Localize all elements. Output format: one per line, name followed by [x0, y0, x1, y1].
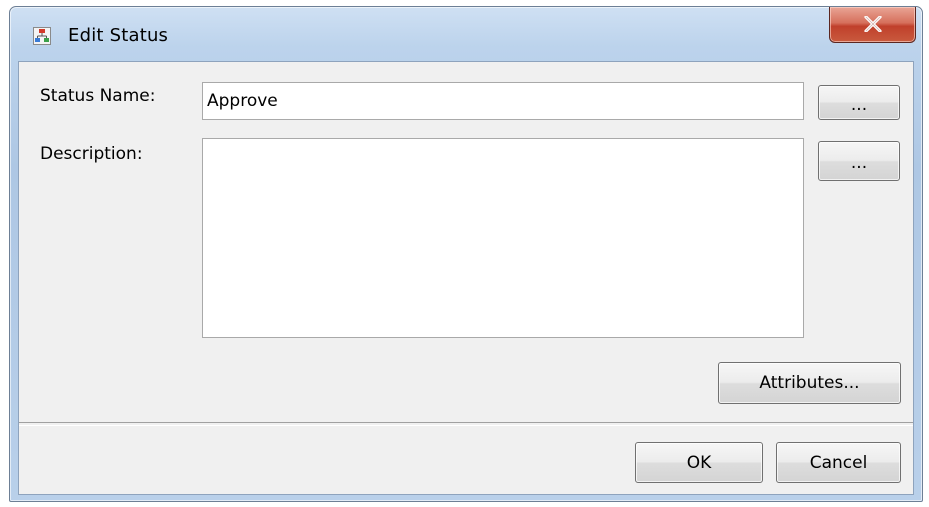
window-title: Edit Status [68, 25, 169, 46]
attributes-button[interactable]: Attributes... [718, 362, 901, 404]
dialog-content: Status Name: ... Description: ... Attrib… [18, 61, 914, 495]
footer-divider [19, 422, 913, 426]
ok-button[interactable]: OK [635, 442, 763, 483]
workflow-app-icon [33, 27, 51, 45]
description-textarea[interactable] [202, 138, 804, 338]
edit-status-dialog: Edit Status Status Name: ... Description… [9, 6, 923, 502]
title-bar[interactable]: Edit Status [10, 7, 922, 55]
cancel-button[interactable]: Cancel [776, 442, 901, 483]
description-label: Description: [40, 144, 143, 164]
status-name-input[interactable] [202, 82, 804, 120]
close-x-icon [864, 16, 882, 32]
close-button[interactable] [829, 7, 916, 43]
status-name-label: Status Name: [40, 86, 156, 106]
status-name-browse-button[interactable]: ... [818, 85, 900, 120]
description-browse-button[interactable]: ... [818, 141, 900, 181]
